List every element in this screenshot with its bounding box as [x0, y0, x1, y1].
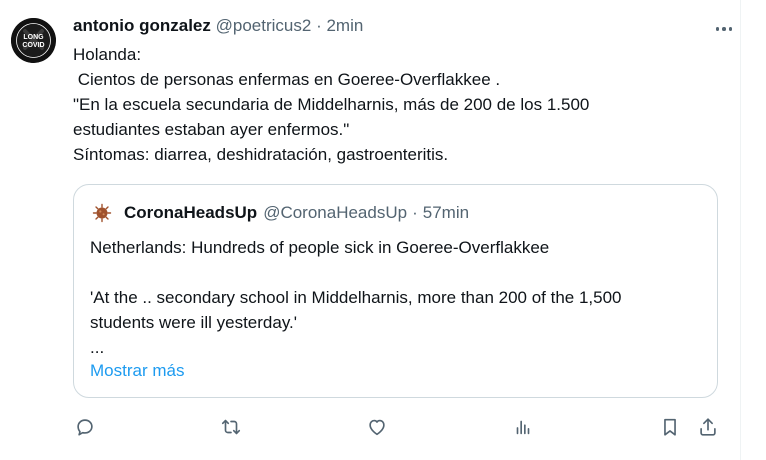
avatar-text-top: LONG — [23, 34, 44, 41]
bookmark-icon[interactable] — [655, 412, 685, 442]
quoted-tweet-text: Netherlands: Hundreds of people sick in … — [90, 238, 622, 357]
virus-avatar-icon — [92, 203, 112, 223]
avatar-text-bottom: COVID — [22, 42, 44, 49]
like-icon[interactable] — [362, 412, 392, 442]
show-more-link[interactable]: Mostrar más — [90, 361, 184, 381]
author-handle[interactable]: @poetricus2 — [216, 16, 312, 35]
tweet[interactable]: LONG COVID antonio gonzalez @poetricus2 … — [0, 0, 741, 460]
separator-dot: · — [316, 16, 322, 35]
more-options-icon[interactable] — [713, 18, 735, 40]
author-avatar[interactable]: LONG COVID — [11, 18, 56, 63]
share-icon[interactable] — [693, 412, 723, 442]
quoted-author-handle: @CoronaHeadsUp — [263, 203, 408, 222]
tweet-text: Holanda: Cientos de personas enfermas en… — [73, 45, 590, 164]
quoted-tweet-header: CoronaHeadsUp @CoronaHeadsUp · 57min — [92, 203, 469, 223]
tweet-time[interactable]: 2min — [326, 16, 363, 35]
long-covid-logo-icon: LONG COVID — [11, 18, 56, 63]
tweet-header: antonio gonzalez @poetricus2 · 2min — [73, 16, 363, 36]
author-name[interactable]: antonio gonzalez — [73, 16, 211, 35]
quoted-author-name: CoronaHeadsUp — [124, 203, 258, 222]
reply-icon[interactable] — [70, 412, 100, 442]
retweet-icon[interactable] — [216, 412, 246, 442]
action-bar — [0, 412, 740, 442]
views-icon[interactable] — [508, 412, 538, 442]
quoted-separator-dot: · — [412, 203, 418, 222]
quoted-tweet-time: 57min — [422, 203, 470, 222]
quoted-tweet[interactable]: CoronaHeadsUp @CoronaHeadsUp · 57min Net… — [73, 184, 718, 398]
